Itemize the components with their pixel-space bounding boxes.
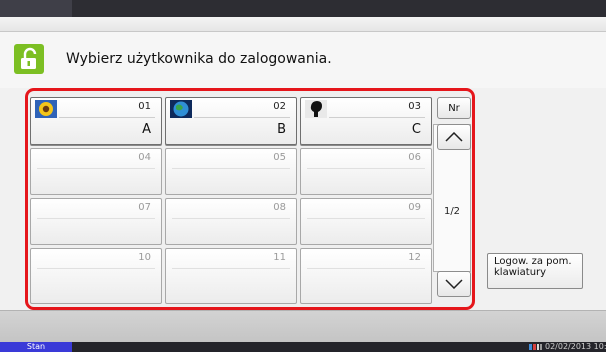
status-datetime: 02/02/2013 10:10 (545, 342, 606, 351)
user-number: 03 (408, 101, 421, 112)
user-number: 06 (408, 152, 421, 163)
chevron-up-icon (445, 132, 463, 142)
divider (37, 218, 155, 219)
status-bar (0, 342, 606, 352)
page-title: Wybierz użytkownika do zalogowania. (66, 51, 332, 67)
user-number: 05 (273, 152, 286, 163)
keyboard-login-button[interactable]: Logow. za pom. klawiatury (487, 253, 583, 289)
top-strip (0, 17, 606, 32)
sort-label: Nr (448, 102, 460, 114)
divider (37, 168, 155, 169)
user-number: 01 (138, 101, 151, 112)
user-button-10[interactable]: 10 (30, 248, 162, 304)
user-button-01[interactable]: 01 A (30, 97, 162, 145)
user-name: B (277, 122, 286, 137)
user-number: 04 (138, 152, 151, 163)
divider (307, 268, 425, 269)
divider (307, 218, 425, 219)
user-button-09[interactable]: 09 (300, 198, 432, 245)
user-button-11[interactable]: 11 (165, 248, 297, 304)
divider (37, 268, 155, 269)
sunflower-icon (35, 100, 57, 118)
user-button-06[interactable]: 06 (300, 148, 432, 195)
divider (172, 218, 290, 219)
divider (172, 268, 290, 269)
user-button-03[interactable]: 03 C (300, 97, 432, 145)
page-down-button[interactable] (437, 271, 471, 297)
user-name: C (411, 122, 421, 137)
user-number: 10 (138, 252, 151, 263)
user-number: 12 (408, 252, 421, 263)
user-number: 09 (408, 202, 421, 213)
user-name: A (142, 122, 151, 137)
user-button-05[interactable]: 05 (165, 148, 297, 195)
globe-icon (170, 100, 192, 118)
chevron-down-icon (445, 279, 463, 289)
sort-by-number-button[interactable]: Nr (437, 97, 471, 119)
page-up-button[interactable] (437, 124, 471, 150)
user-number: 08 (273, 202, 286, 213)
status-button[interactable]: Stan (0, 342, 72, 352)
top-tab[interactable] (0, 0, 72, 17)
user-number: 02 (273, 101, 286, 112)
page-indicator: 1/2 (443, 206, 461, 217)
divider (194, 117, 290, 118)
user-button-04[interactable]: 04 (30, 148, 162, 195)
divider (307, 168, 425, 169)
keyboard-login-label: Logow. za pom. klawiatury (494, 256, 572, 278)
user-button-08[interactable]: 08 (165, 198, 297, 245)
user-button-07[interactable]: 07 (30, 198, 162, 245)
user-button-02[interactable]: 02 B (165, 97, 297, 145)
bottom-strip (0, 310, 606, 343)
user-number: 11 (273, 252, 286, 263)
divider (59, 117, 155, 118)
top-bar (0, 0, 606, 17)
silhouette-icon (305, 100, 327, 118)
unlock-icon (14, 44, 44, 74)
user-number: 07 (138, 202, 151, 213)
divider (172, 168, 290, 169)
divider (329, 117, 425, 118)
user-button-12[interactable]: 12 (300, 248, 432, 304)
device-status-icon (529, 344, 542, 350)
